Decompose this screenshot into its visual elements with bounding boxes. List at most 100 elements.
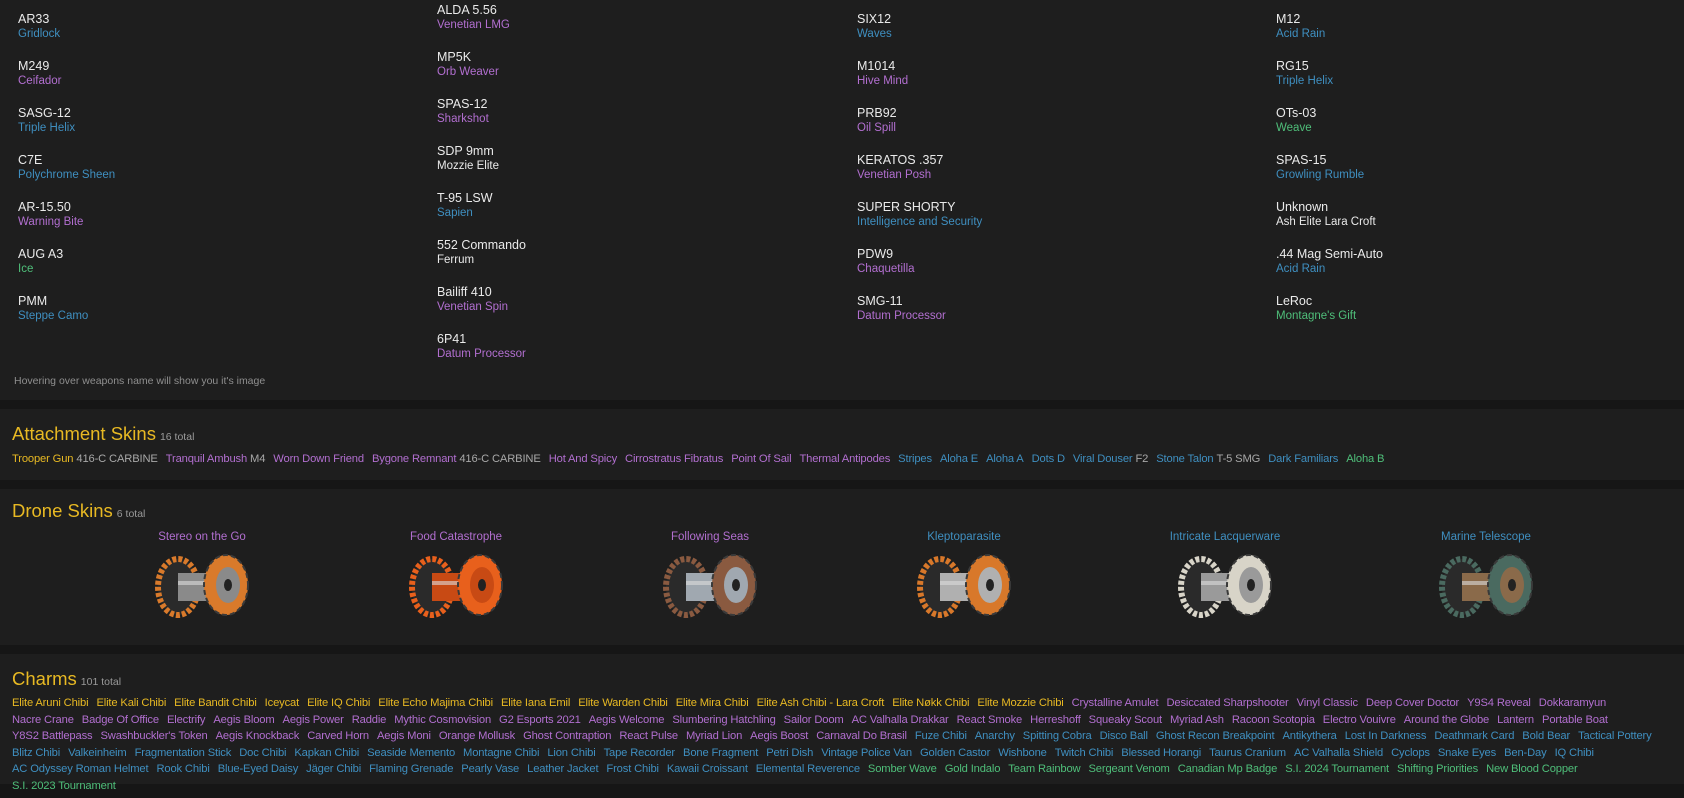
weapon-skin-name: Hive Mind — [857, 75, 909, 87]
drone-skin-item: Marine Telescope — [1386, 531, 1586, 619]
charm-item: Blue-Eyed Daisy — [217, 763, 299, 775]
charm-item: Gold Indalo — [944, 763, 1001, 775]
charm-item: Nacre Crane — [12, 713, 74, 726]
attachment-skin-name: Stone Talon — [1156, 453, 1214, 465]
attachment-skin-name: Dots D — [1031, 453, 1065, 465]
charm-item: Raddie — [351, 713, 387, 726]
charm-item: Team Rainbow — [1008, 763, 1081, 775]
drone-wheels-image — [1178, 554, 1272, 618]
weapon-item: SUPER SHORTY Intelligence and Security — [857, 200, 1267, 247]
weapon-skin-name: Orb Weaver — [437, 66, 499, 78]
charm-item: S.I. 2024 Tournament — [1285, 763, 1389, 775]
charm-item: Rook Chibi — [156, 763, 210, 775]
charm-item: Carnaval Do Brasil — [816, 730, 907, 742]
weapon-skin-name: Ceifador — [18, 75, 62, 87]
weapon-name[interactable]: SIX12 — [857, 12, 1267, 27]
charm-item: Bone Fragment — [683, 746, 759, 759]
weapon-name[interactable]: OTs-03 — [1276, 106, 1684, 121]
charm-item: Y9S4 Reveal — [1467, 697, 1531, 709]
charms-panel: Charms 101 total Elite Aruni Chibi Elite K… — [0, 654, 1684, 792]
attachment-weapon-name: T-5 SMG — [1216, 453, 1261, 465]
charm-item: React Pulse — [619, 730, 678, 742]
charm-item: Jäger Chibi — [306, 763, 362, 775]
charm-item: Elite Ash Chibi - Lara Croft — [756, 697, 885, 709]
weapon-skin-name: Venetian LMG — [437, 19, 510, 31]
weapon-name[interactable]: ALDA 5.56 — [437, 3, 847, 18]
attachment-skin-name: Tranquil Ambush — [165, 453, 248, 465]
charm-item: Desiccated Sharpshooter — [1166, 697, 1289, 709]
attachment-skin-item: Aloha A — [986, 453, 1024, 465]
attachment-skin-item: Tranquil Ambush M4 — [166, 453, 266, 465]
attachment-skin-item: Worn Down Friend — [273, 453, 364, 465]
drone-skin-item: Following Seas — [610, 531, 810, 619]
charm-item: Twitch Chibi — [1054, 746, 1114, 759]
weapon-item: C7E Polychrome Sheen — [18, 153, 428, 200]
weapon-name[interactable]: SUPER SHORTY — [857, 200, 1267, 215]
weapon-name[interactable]: M1014 — [857, 59, 1267, 74]
charm-item: Mythic Cosmovision — [394, 713, 492, 726]
weapon-name[interactable]: M249 — [18, 59, 428, 74]
attachment-skin-name: Aloha A — [986, 453, 1024, 465]
weapon-name[interactable]: Unknown — [1276, 200, 1684, 215]
charm-item: Slumbering Hatchling — [672, 713, 776, 726]
charm-item: Fuze Chibi — [914, 730, 967, 742]
weapon-item: Bailiff 410 Venetian Spin — [437, 285, 847, 332]
weapon-skin-name: Acid Rain — [1276, 28, 1326, 40]
attachment-weapon-name: 416-C CARBINE — [459, 453, 541, 465]
hover-hint: Hovering over weapons name will show you… — [14, 375, 266, 387]
weapon-name[interactable]: SMG-11 — [857, 294, 1267, 309]
weapon-name[interactable]: M12 — [1276, 12, 1684, 27]
weapon-name[interactable]: RG15 — [1276, 59, 1684, 74]
weapon-name[interactable]: SPAS-12 — [437, 97, 847, 112]
weapon-name[interactable]: AUG A3 — [18, 247, 428, 262]
weapon-name[interactable]: SASG-12 — [18, 106, 428, 121]
attachment-skin-name: Bygone Remnant — [371, 453, 457, 465]
weapon-name[interactable]: PRB92 — [857, 106, 1267, 121]
weapon-item: M249 Ceifador — [18, 59, 428, 106]
weapon-item: LeRoc Montagne's Gift — [1276, 294, 1684, 341]
attachment-skin-name: Stripes — [898, 453, 932, 465]
weapon-name[interactable]: AR33 — [18, 12, 428, 27]
charm-item: Leather Jacket — [527, 763, 599, 775]
weapon-name[interactable]: 552 Commando — [437, 238, 847, 253]
weapon-name[interactable]: MP5K — [437, 50, 847, 65]
weapon-name[interactable]: T-95 LSW — [437, 191, 847, 206]
weapon-name[interactable]: C7E — [18, 153, 428, 168]
attachment-skin-name: Viral Douser — [1072, 453, 1133, 465]
charm-item: Flaming Grenade — [369, 763, 454, 775]
charm-item: Lantern — [1497, 713, 1535, 726]
charm-item: Carved Horn — [307, 730, 369, 742]
charm-item: Canadian Mp Badge — [1177, 763, 1278, 775]
charm-item: Pearly Vase — [461, 763, 520, 775]
weapon-name[interactable]: SPAS-15 — [1276, 153, 1684, 168]
attachment-skin-item: Aloha B — [1346, 453, 1384, 465]
charm-item: Elite Bandit Chibi — [174, 697, 257, 709]
charm-item: Aegis Welcome — [588, 713, 665, 726]
weapon-item: PRB92 Oil Spill — [857, 106, 1267, 153]
weapon-name[interactable]: SDP 9mm — [437, 144, 847, 159]
charm-item: Orange Mollusk — [438, 730, 516, 742]
weapon-name[interactable]: LeRoc — [1276, 294, 1684, 309]
weapon-name[interactable]: .44 Mag Semi-Auto — [1276, 247, 1684, 262]
charm-item: Golden Castor — [920, 746, 991, 759]
attachment-skin-item: Point Of Sail — [731, 453, 791, 465]
charm-item: Elite Mira Chibi — [675, 697, 749, 709]
weapon-name[interactable]: PDW9 — [857, 247, 1267, 262]
attachment-skin-item: Aloha E — [940, 453, 978, 465]
weapon-name[interactable]: KERATOS .357 — [857, 153, 1267, 168]
weapon-name[interactable]: PMM — [18, 294, 428, 309]
weapon-skin-name: Oil Spill — [857, 122, 896, 134]
weapon-name[interactable]: 6P41 — [437, 332, 847, 347]
weapon-name[interactable]: AR-15.50 — [18, 200, 428, 215]
weapon-item: .44 Mag Semi-Auto Acid Rain — [1276, 247, 1684, 294]
weapon-item: 6P41 Datum Processor — [437, 332, 847, 379]
charm-item: Elite Echo Majima Chibi — [378, 697, 493, 709]
weapon-name[interactable]: Bailiff 410 — [437, 285, 847, 300]
attachment-skin-name: Dark Familiars — [1268, 453, 1339, 465]
charm-item: Myriad Ash — [1169, 713, 1224, 726]
attachment-skins-count: 16 total — [159, 431, 195, 443]
charm-item: Dokkaramyun — [1538, 697, 1607, 709]
weapon-item: AR-15.50 Warning Bite — [18, 200, 428, 247]
charm-item: Wishbone — [998, 746, 1047, 759]
charm-item: Elite Nøkk Chibi — [892, 697, 970, 709]
